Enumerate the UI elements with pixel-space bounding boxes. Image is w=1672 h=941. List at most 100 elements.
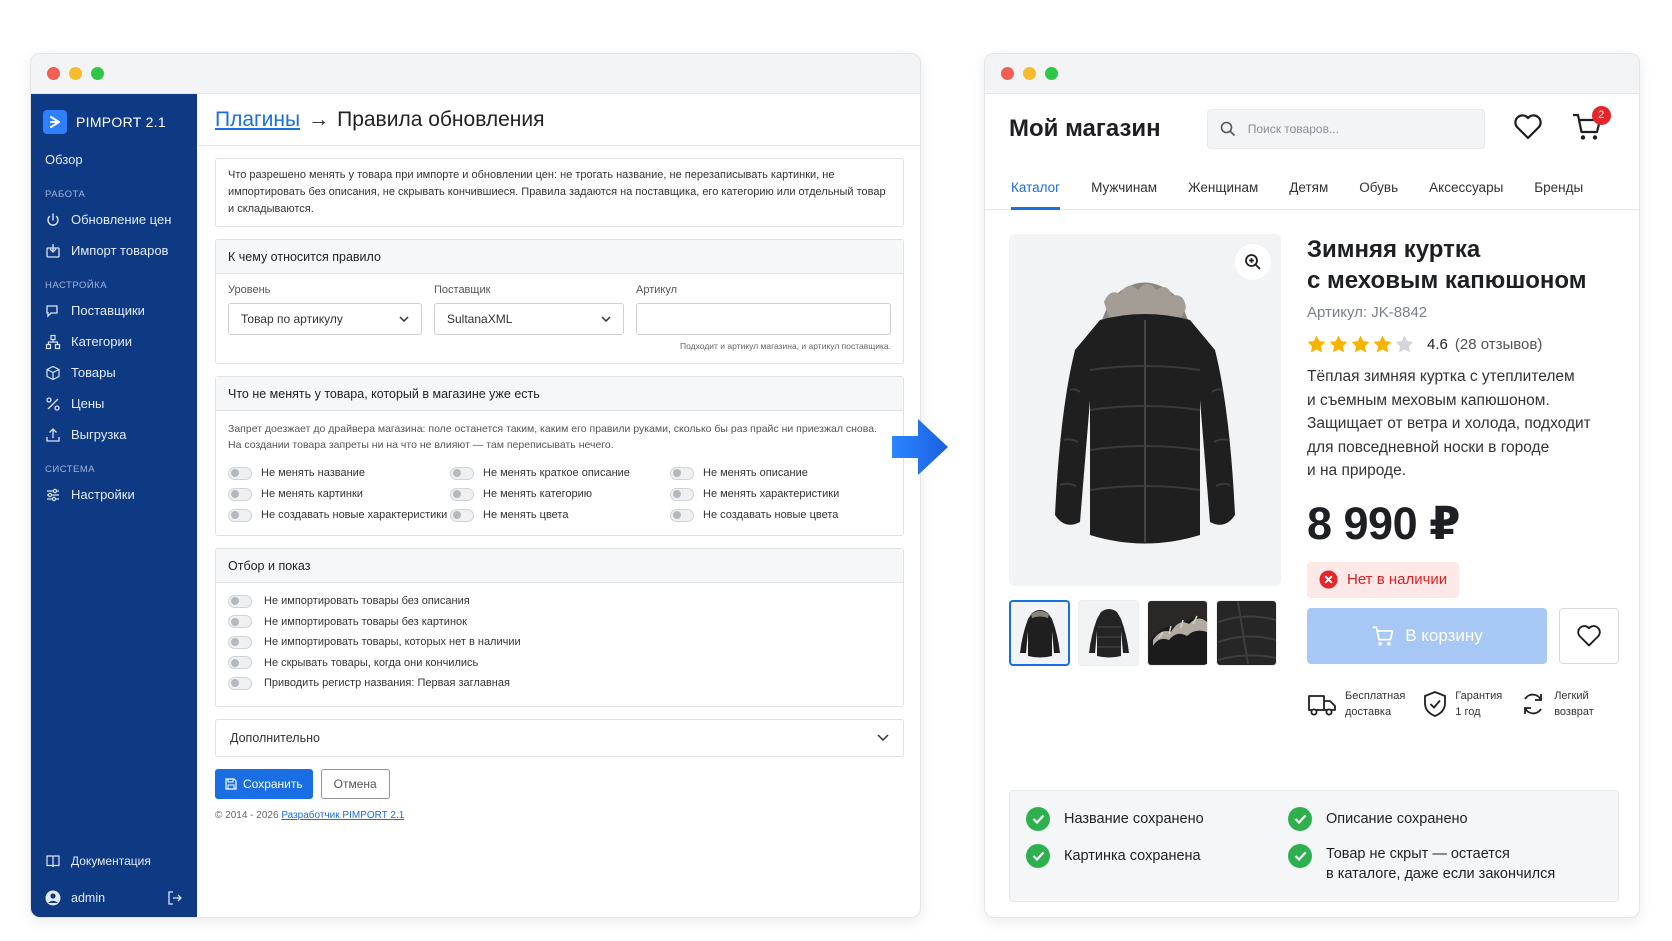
maximize-window-dot[interactable] — [91, 67, 104, 80]
product-title-line: с меховым капюшоном — [1307, 267, 1587, 294]
sidebar-item-product-import[interactable]: Импорт товаров — [31, 235, 197, 266]
toggle-switch[interactable] — [450, 466, 474, 480]
toggle-skip-no-desc[interactable]: Не импортировать товары без описания — [228, 593, 891, 609]
toggle-switch[interactable] — [450, 487, 474, 501]
toggle-keep-images[interactable]: Не менять картинки — [228, 486, 450, 502]
upload-icon — [46, 427, 60, 442]
tab-brands[interactable]: Бренды — [1534, 164, 1583, 210]
close-window-dot[interactable] — [1001, 67, 1014, 80]
toggle-keep-name[interactable]: Не менять название — [228, 465, 450, 481]
thumbnail-4[interactable] — [1216, 600, 1277, 666]
brand[interactable]: PIMPORT 2.1 — [31, 94, 197, 144]
cancel-button[interactable]: Отмена — [320, 768, 390, 799]
sidebar-item-settings[interactable]: Настройки — [31, 479, 197, 510]
store-name[interactable]: Мой магазин — [1009, 115, 1161, 143]
toggle-switch[interactable] — [670, 508, 694, 522]
search-input[interactable]: Поиск товаров... — [1206, 109, 1485, 149]
toggle-switch[interactable] — [670, 487, 694, 501]
toggle-switch[interactable] — [450, 508, 474, 522]
logout-icon[interactable] — [167, 890, 183, 906]
username: admin — [71, 891, 106, 905]
sidebar-item-categories[interactable]: Категории — [31, 326, 197, 357]
toggle-switch[interactable] — [228, 508, 252, 522]
developer-link[interactable]: Разработчик PIMPORT 2.1 — [281, 810, 404, 821]
toggle-keep-desc[interactable]: Не менять описание — [670, 465, 891, 481]
toggle-no-new-attributes[interactable]: Не создавать новые характеристики — [228, 507, 450, 523]
saved-item-visibility: Товар не скрыт — остается в каталоге, даж… — [1288, 844, 1602, 885]
tab-kids[interactable]: Детям — [1289, 164, 1328, 210]
extra-collapse[interactable]: Дополнительно — [215, 718, 904, 757]
toggle-switch[interactable] — [228, 615, 252, 628]
zoom-icon — [1245, 254, 1261, 270]
sidebar-item-price-update[interactable]: Обновление цен — [31, 204, 197, 235]
sku-input[interactable] — [636, 303, 891, 335]
thumbnail-3[interactable] — [1147, 600, 1208, 666]
toggle-switch[interactable] — [228, 487, 252, 501]
saved-item-name: Название сохранено — [1026, 807, 1288, 832]
toggle-label: Не импортировать товары без описания — [264, 595, 470, 607]
sidebar-section-work: РАБОТА — [45, 189, 86, 200]
toggle-switch[interactable] — [228, 656, 252, 669]
save-button[interactable]: Сохранить — [215, 768, 313, 799]
tab-shoes[interactable]: Обувь — [1359, 164, 1398, 210]
cart-button[interactable]: 2 — [1571, 105, 1611, 147]
supplier-select[interactable]: SultanaXML — [434, 303, 624, 335]
toggle-switch[interactable] — [228, 635, 252, 649]
thumbnail-2[interactable] — [1078, 600, 1139, 666]
tab-catalog[interactable]: Каталог — [1011, 164, 1061, 210]
toggle-label: Не скрывать товары, когда они кончились — [264, 656, 479, 669]
power-icon — [47, 212, 59, 226]
product-rating: 4.6 (28 отзывов) — [1307, 335, 1619, 353]
toggle-skip-no-images[interactable]: Не импортировать товары без картинок — [228, 614, 891, 630]
saved-line: Товар не скрыт — остается — [1326, 846, 1510, 862]
toggle-keep-colors[interactable]: Не менять цвета — [450, 507, 670, 523]
toggle-switch[interactable] — [228, 594, 252, 608]
panel-title: К чему относится правило — [216, 240, 903, 274]
toggle-keep-attributes[interactable]: Не менять характеристики — [670, 486, 891, 502]
minimize-window-dot[interactable] — [1023, 67, 1036, 80]
minimize-window-dot[interactable] — [69, 67, 82, 80]
toggle-skip-out-of-stock[interactable]: Не импортировать товары, которых нет в н… — [228, 634, 891, 650]
sidebar-section-system: СИСТЕМА — [45, 464, 96, 475]
tab-men[interactable]: Мужчинам — [1091, 164, 1157, 210]
description-line: и на природе. — [1307, 462, 1406, 479]
panel-description: Запрет доезжает до драйвера магазина: по… — [228, 423, 877, 451]
thumbnail-1[interactable] — [1009, 600, 1070, 666]
close-window-dot[interactable] — [47, 67, 60, 80]
toggle-keep-category[interactable]: Не менять категорию — [450, 486, 670, 502]
perk-warranty: Гарантия 1 год — [1423, 688, 1502, 720]
toggle-keep-short-desc[interactable]: Не менять краткое описание — [450, 465, 670, 481]
admin-sidebar: PIMPORT 2.1 Обзор РАБОТА Обновление цен … — [31, 94, 197, 917]
truck-icon — [1308, 694, 1336, 715]
toggle-no-new-colors[interactable]: Не создавать новые цвета — [670, 507, 891, 523]
sidebar-item-docs[interactable]: Документация — [31, 843, 197, 879]
toggle-switch[interactable] — [670, 466, 694, 480]
tab-women[interactable]: Женщинам — [1188, 164, 1258, 210]
toggle-switch[interactable] — [228, 676, 252, 690]
sidebar-item-label: Поставщики — [71, 303, 145, 318]
sidebar-item-prices[interactable]: Цены — [31, 388, 197, 419]
tab-accessories[interactable]: Аксессуары — [1429, 164, 1503, 210]
perk-line: доставка — [1345, 705, 1392, 718]
sidebar-item-label: Выгрузка — [71, 427, 127, 442]
zoom-button[interactable] — [1235, 244, 1271, 280]
sidebar-item-products[interactable]: Товары — [31, 357, 197, 388]
review-count[interactable]: (28 отзывов) — [1455, 336, 1543, 353]
sidebar-item-overview[interactable]: Обзор — [31, 144, 197, 175]
add-to-wishlist-button[interactable] — [1559, 607, 1619, 664]
sidebar-section-settings: НАСТРОЙКА — [45, 280, 108, 291]
sidebar-item-export[interactable]: Выгрузка — [31, 419, 197, 450]
sidebar-item-suppliers[interactable]: Поставщики — [31, 295, 197, 326]
product-main-image[interactable] — [1009, 234, 1281, 586]
level-select[interactable]: Товар по артикулу — [228, 303, 422, 335]
wishlist-button[interactable] — [1513, 113, 1543, 146]
product-gallery — [1009, 234, 1281, 666]
breadcrumb-link[interactable]: Плагины — [215, 108, 300, 132]
toggle-label: Приводить регистр названия: Первая загла… — [264, 677, 510, 689]
toggle-switch[interactable] — [228, 466, 252, 480]
maximize-window-dot[interactable] — [1045, 67, 1058, 80]
filter-panel: Отбор и показ Не импортировать товары бе… — [215, 548, 904, 707]
toggle-dont-hide[interactable]: Не скрывать товары, когда они кончились — [228, 655, 891, 671]
toggle-title-case[interactable]: Приводить регистр названия: Первая загла… — [228, 675, 891, 691]
add-to-cart-button[interactable]: В корзину — [1307, 607, 1547, 664]
